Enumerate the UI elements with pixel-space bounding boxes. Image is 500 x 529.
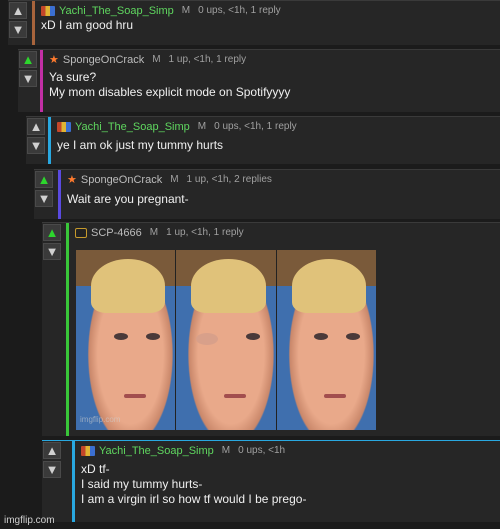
upvote-icon: ▲ [37,172,51,187]
comment-stats: 1 up, <1h, 1 reply [166,227,244,238]
eye-icon [245,332,260,340]
mouth-shape [324,394,347,398]
mod-badge: M [181,5,191,16]
username-link[interactable]: SpongeOnCrack [81,174,162,186]
downvote-icon: ▼ [37,191,51,206]
comment-text: Wait are you pregnant- [67,192,189,206]
mod-badge: M [170,174,179,185]
comment-2: ▲ ▼ ★ SpongeOnCrack M 1 up, <1h, 1 reply… [18,49,500,112]
downvote-icon: ▼ [29,138,43,153]
comment-4: ▲ ▼ ★ SpongeOnCrack M 1 up, <1h, 2 repli… [34,169,500,219]
comment-meta: Yachi_The_Soap_Simp M 0 ups, <1h [81,443,500,458]
upvote-button[interactable]: ▲ [19,51,37,68]
avatar-icon [75,227,87,238]
image-watermark: imgflip.com [80,415,121,424]
meme-image[interactable]: imgflip.com [76,250,376,430]
comment-meta: SCP-4666 M 1 up, <1h, 1 reply [75,225,500,240]
downvote-button[interactable]: ▼ [43,243,61,260]
vote-column: ▲ ▼ [42,223,64,262]
comment-text: ye I am ok just my tummy hurts [57,138,224,152]
upvote-button[interactable]: ▲ [43,224,61,241]
upvote-icon: ▲ [21,52,35,67]
vote-column: ▲ ▼ [42,441,64,480]
upvote-button[interactable]: ▲ [27,118,45,135]
eye-icon [113,332,128,340]
comment-meta: Yachi_The_Soap_Simp M 0 ups, <1h, 1 repl… [41,3,500,18]
downvote-icon: ▼ [45,244,59,259]
downvote-button[interactable]: ▼ [9,21,27,38]
meme-frame-2 [176,250,277,430]
comment-text: xD I am good hru [41,18,134,32]
comment-body: ★ SpongeOnCrack M 1 up, <1h, 1 reply Ya … [40,50,500,112]
eye-icon [145,332,160,340]
upvote-button[interactable]: ▲ [9,2,27,19]
meme-frame-1: imgflip.com [76,250,177,430]
downvote-icon: ▼ [11,22,25,37]
comment-body: Yachi_The_Soap_Simp M 0 ups, <1h, 1 repl… [32,1,500,45]
star-icon: ★ [67,174,77,186]
username-link[interactable]: SpongeOnCrack [63,54,144,66]
star-icon: ★ [49,54,59,66]
eye-icon [196,332,219,345]
comment-stats: 1 up, <1h, 1 reply [168,54,247,65]
meme-frame-3 [276,250,376,430]
downvote-button[interactable]: ▼ [19,70,37,87]
username-link[interactable]: Yachi_The_Soap_Simp [75,121,190,133]
site-watermark: imgflip.com [4,515,55,526]
username-link[interactable]: Yachi_The_Soap_Simp [59,5,174,17]
comment-stats: 0 ups, <1h, 1 reply [198,5,281,16]
comment-3: ▲ ▼ Yachi_The_Soap_Simp M 0 ups, <1h, 1 … [26,116,500,164]
comment-stats: 1 up, <1h, 2 replies [186,174,272,185]
mouth-shape [123,394,146,398]
comment-6: ▲ ▼ Yachi_The_Soap_Simp M 0 ups, <1h xD … [42,440,500,522]
downvote-icon: ▼ [21,71,35,86]
comment-body: Yachi_The_Soap_Simp M 0 ups, <1h xD tf- … [72,441,500,522]
flag-icon [57,121,71,132]
mouth-shape [224,394,246,398]
upvote-icon: ▲ [45,225,59,240]
downvote-button[interactable]: ▼ [43,461,61,478]
upvote-button[interactable]: ▲ [43,442,61,459]
mod-badge: M [197,121,207,132]
username-link[interactable]: Yachi_The_Soap_Simp [99,445,214,457]
mod-badge: M [149,227,159,238]
comment-meta: Yachi_The_Soap_Simp M 0 ups, <1h, 1 repl… [57,119,500,134]
hair-shape [90,259,166,313]
comment-stats: 0 ups, <1h [238,445,286,456]
comment-text: Ya sure? My mom disables explicit mode o… [49,70,291,99]
comment-meta: ★ SpongeOnCrack M 1 up, <1h, 1 reply [49,52,500,67]
comment-body: ★ SpongeOnCrack M 1 up, <1h, 2 replies W… [58,170,500,219]
comment-1: ▲ ▼ Yachi_The_Soap_Simp M 0 ups, <1h, 1 … [8,0,500,45]
eye-icon [314,332,329,340]
comment-body: Yachi_The_Soap_Simp M 0 ups, <1h, 1 repl… [48,117,500,164]
hair-shape [191,259,266,313]
upvote-icon: ▲ [29,119,43,134]
flag-icon [41,5,55,16]
downvote-button[interactable]: ▼ [35,190,53,207]
eye-icon [346,332,361,340]
comment-meta: ★ SpongeOnCrack M 1 up, <1h, 2 replies [67,172,500,187]
downvote-icon: ▼ [45,462,59,477]
comment-stats: 0 ups, <1h, 1 reply [214,121,297,132]
flag-icon [81,445,95,456]
upvote-icon: ▲ [45,443,59,458]
upvote-button[interactable]: ▲ [35,171,53,188]
mod-badge: M [152,54,161,65]
upvote-icon: ▲ [11,3,25,18]
vote-column: ▲ ▼ [34,170,56,209]
vote-column: ▲ ▼ [8,1,30,40]
comment-text: xD tf- I said my tummy hurts- I am a vir… [81,462,307,506]
vote-column: ▲ ▼ [18,50,40,89]
username-link[interactable]: SCP-4666 [91,227,142,239]
vote-column: ▲ ▼ [26,117,48,156]
downvote-button[interactable]: ▼ [27,137,45,154]
hair-shape [291,259,367,313]
mod-badge: M [221,445,231,456]
